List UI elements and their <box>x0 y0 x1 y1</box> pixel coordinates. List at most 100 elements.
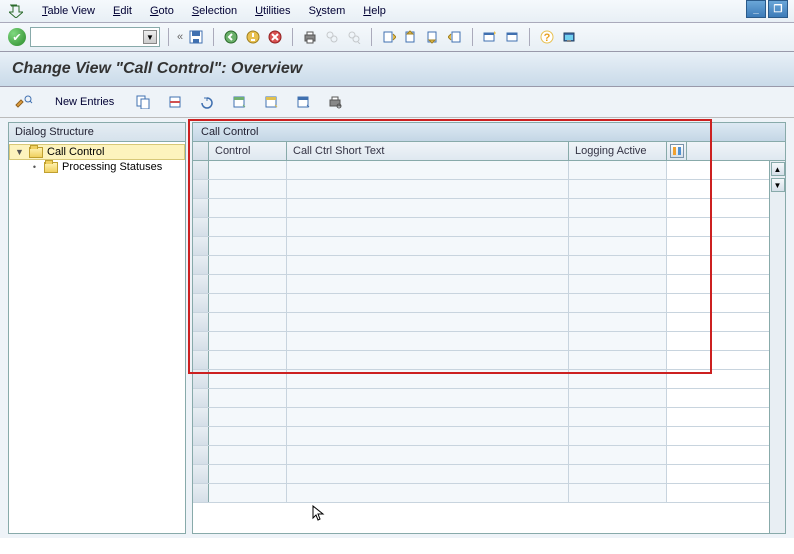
row-selector[interactable] <box>193 465 209 483</box>
cell-short-text[interactable] <box>287 256 569 274</box>
menu-edit[interactable]: Edit <box>113 5 132 17</box>
vertical-scrollbar[interactable]: ▲ ▼ <box>769 161 785 533</box>
cell-control[interactable] <box>209 446 287 464</box>
cell-logging[interactable] <box>569 199 667 217</box>
cell-short-text[interactable] <box>287 218 569 236</box>
cell-control[interactable] <box>209 465 287 483</box>
cell-logging[interactable] <box>569 484 667 502</box>
row-selector[interactable] <box>193 313 209 331</box>
cell-short-text[interactable] <box>287 332 569 350</box>
minimize-button[interactable]: _ <box>746 0 766 18</box>
table-row[interactable] <box>193 408 769 427</box>
toggle-change-button[interactable] <box>10 92 38 112</box>
cell-logging[interactable] <box>569 446 667 464</box>
cell-logging[interactable] <box>569 275 667 293</box>
cell-control[interactable] <box>209 237 287 255</box>
table-row[interactable] <box>193 313 769 332</box>
row-selector[interactable] <box>193 408 209 426</box>
cell-logging[interactable] <box>569 313 667 331</box>
row-selector[interactable] <box>193 275 209 293</box>
row-selector[interactable] <box>193 256 209 274</box>
print-local-button[interactable] <box>323 92 347 112</box>
cell-control[interactable] <box>209 313 287 331</box>
table-row[interactable] <box>193 332 769 351</box>
cell-control[interactable] <box>209 351 287 369</box>
cell-logging[interactable] <box>569 256 667 274</box>
cell-short-text[interactable] <box>287 465 569 483</box>
cell-short-text[interactable] <box>287 294 569 312</box>
new-session-button[interactable] <box>481 28 499 46</box>
cell-logging[interactable] <box>569 465 667 483</box>
layout-button[interactable] <box>560 28 578 46</box>
cell-short-text[interactable] <box>287 161 569 179</box>
row-selector[interactable] <box>193 294 209 312</box>
collapse-icon[interactable]: ▼ <box>14 147 25 158</box>
command-field[interactable]: ▼ <box>30 27 160 47</box>
cell-logging[interactable] <box>569 351 667 369</box>
row-selector[interactable] <box>193 484 209 502</box>
row-selector[interactable] <box>193 237 209 255</box>
table-row[interactable] <box>193 427 769 446</box>
enter-button[interactable]: ✔ <box>8 28 26 46</box>
cell-short-text[interactable] <box>287 237 569 255</box>
row-selector[interactable] <box>193 161 209 179</box>
cell-control[interactable] <box>209 256 287 274</box>
row-selector[interactable] <box>193 370 209 388</box>
menu-help[interactable]: Help <box>363 5 386 17</box>
cell-short-text[interactable] <box>287 408 569 426</box>
table-row[interactable] <box>193 294 769 313</box>
table-row[interactable] <box>193 237 769 256</box>
delete-button[interactable] <box>163 92 187 112</box>
table-row[interactable] <box>193 161 769 180</box>
find-button[interactable] <box>323 28 341 46</box>
new-entries-button[interactable]: New Entries <box>46 92 123 112</box>
table-row[interactable] <box>193 218 769 237</box>
cell-short-text[interactable] <box>287 427 569 445</box>
prev-page-button[interactable] <box>402 28 420 46</box>
table-row[interactable] <box>193 446 769 465</box>
cell-short-text[interactable] <box>287 446 569 464</box>
row-selector[interactable] <box>193 427 209 445</box>
menu-table-view[interactable]: Table View <box>42 5 95 17</box>
table-row[interactable] <box>193 199 769 218</box>
cell-logging[interactable] <box>569 370 667 388</box>
table-row[interactable] <box>193 180 769 199</box>
deselect-all-button[interactable] <box>291 92 315 112</box>
cell-logging[interactable] <box>569 237 667 255</box>
menu-selection[interactable]: Selection <box>192 5 237 17</box>
cell-short-text[interactable] <box>287 389 569 407</box>
cell-short-text[interactable] <box>287 370 569 388</box>
copy-as-button[interactable] <box>131 92 155 112</box>
help-button[interactable]: ? <box>538 28 556 46</box>
undo-button[interactable] <box>195 92 219 112</box>
cell-control[interactable] <box>209 370 287 388</box>
menu-command-icon[interactable] <box>8 3 24 19</box>
cell-control[interactable] <box>209 408 287 426</box>
table-row[interactable] <box>193 484 769 503</box>
cell-short-text[interactable] <box>287 351 569 369</box>
menu-system[interactable]: System <box>309 5 346 17</box>
cell-logging[interactable] <box>569 427 667 445</box>
first-page-button[interactable] <box>380 28 398 46</box>
restore-button[interactable]: ❐ <box>768 0 788 18</box>
row-selector-header[interactable] <box>193 142 209 160</box>
row-selector[interactable] <box>193 351 209 369</box>
cell-control[interactable] <box>209 427 287 445</box>
exit-button[interactable] <box>244 28 262 46</box>
cell-logging[interactable] <box>569 332 667 350</box>
cell-logging[interactable] <box>569 389 667 407</box>
cell-short-text[interactable] <box>287 180 569 198</box>
select-block-button[interactable] <box>259 92 283 112</box>
menu-utilities[interactable]: Utilities <box>255 5 290 17</box>
col-header-logging[interactable]: Logging Active <box>569 142 667 160</box>
cell-logging[interactable] <box>569 180 667 198</box>
tree-node-call-control[interactable]: ▼ Call Control <box>9 144 185 160</box>
row-selector[interactable] <box>193 180 209 198</box>
cell-control[interactable] <box>209 389 287 407</box>
table-row[interactable] <box>193 351 769 370</box>
cell-control[interactable] <box>209 180 287 198</box>
table-row[interactable] <box>193 370 769 389</box>
row-selector[interactable] <box>193 218 209 236</box>
cell-logging[interactable] <box>569 218 667 236</box>
cell-logging[interactable] <box>569 294 667 312</box>
